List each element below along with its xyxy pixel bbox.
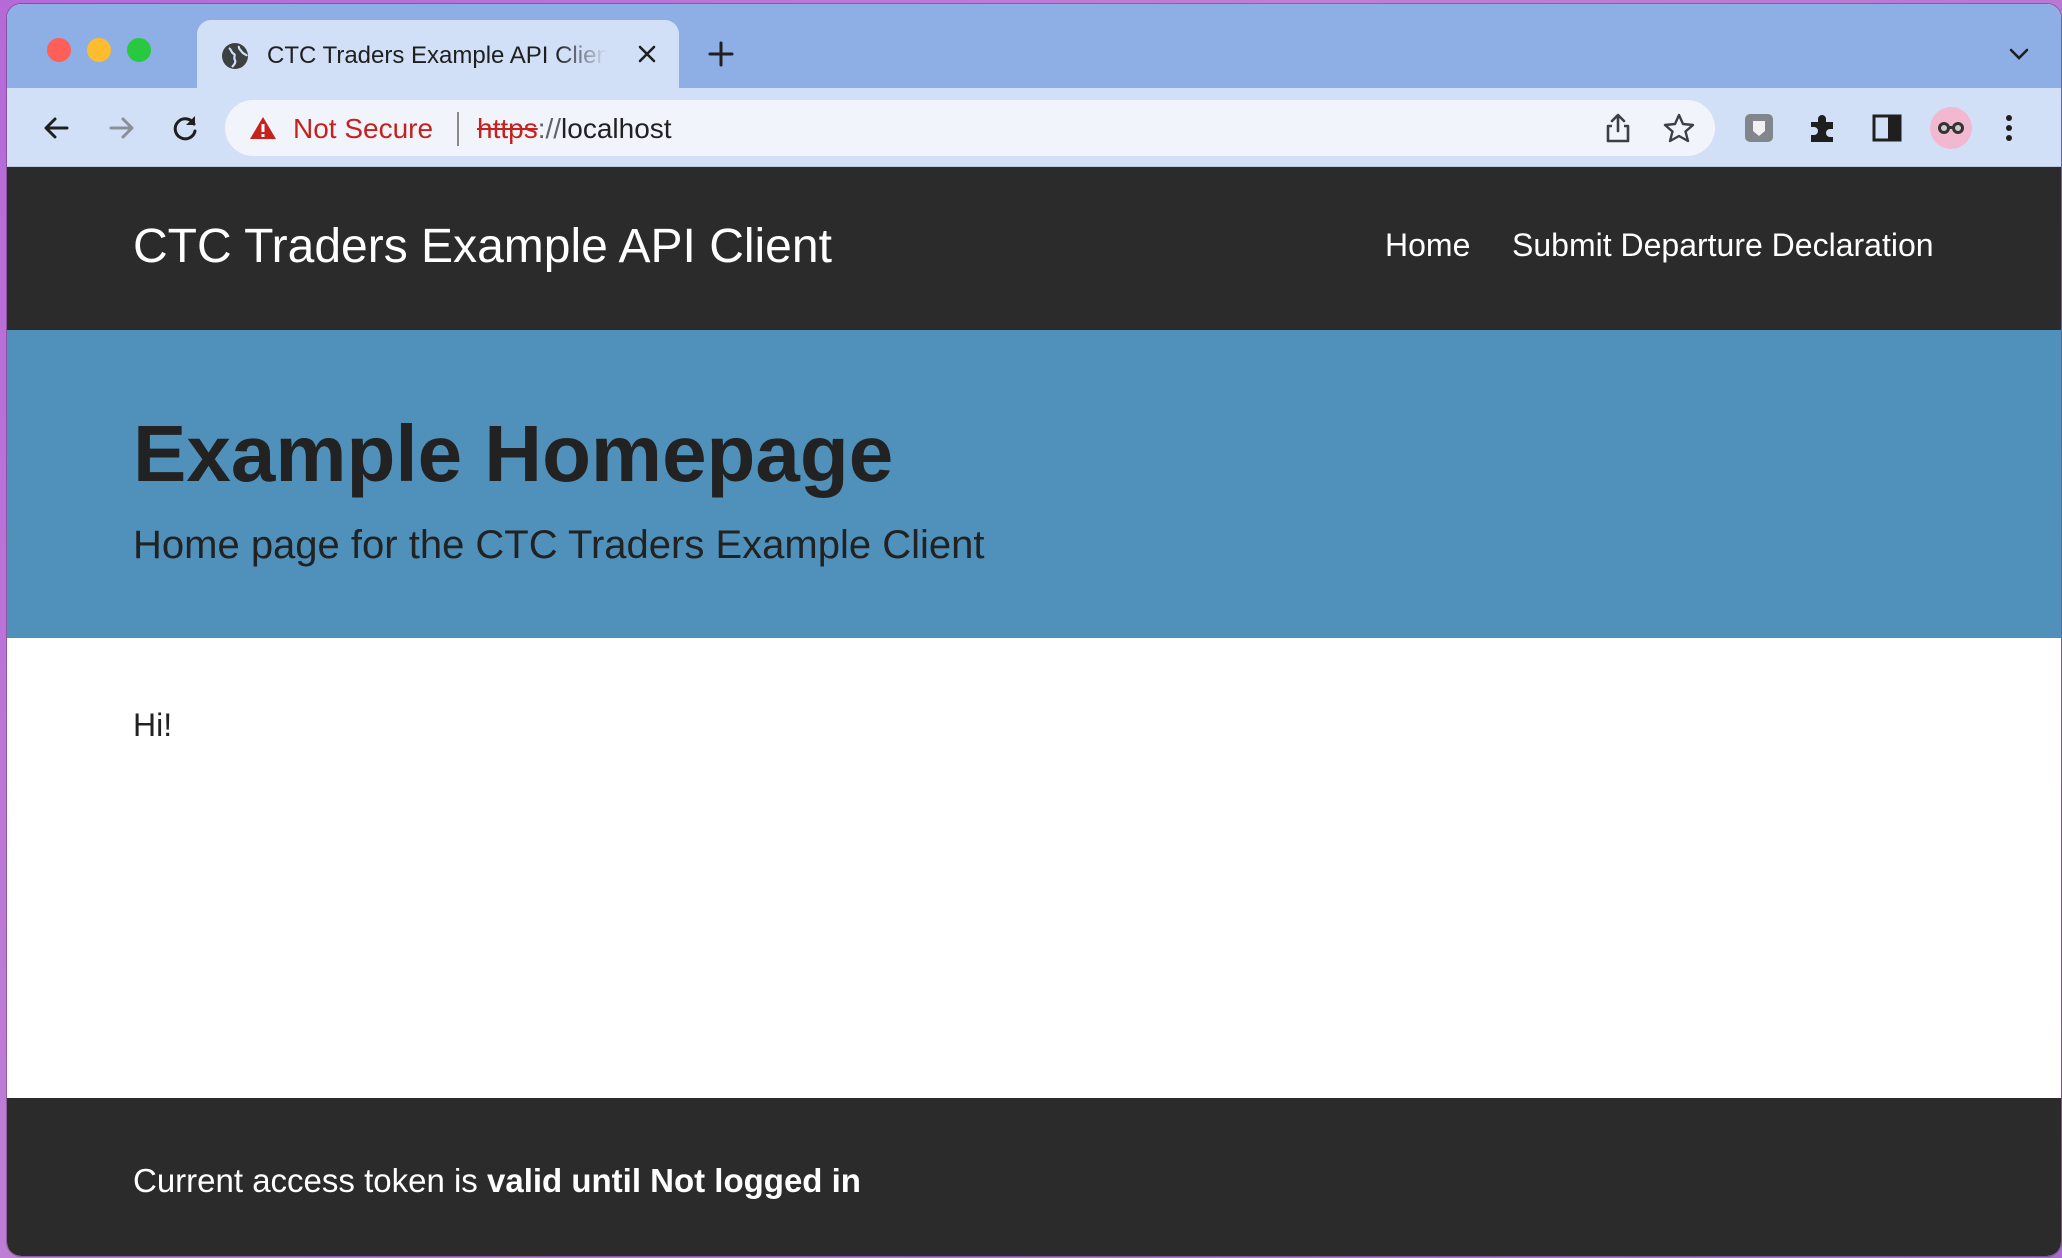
profile-avatar-icon[interactable] [1929, 106, 1973, 150]
omnibox-divider [457, 112, 459, 146]
site-brand[interactable]: CTC Traders Example API Client [133, 219, 832, 274]
token-status-value: valid until Not logged in [486, 1162, 861, 1199]
reload-icon[interactable] [167, 110, 203, 146]
address-bar[interactable]: Not Secure https://localhost [225, 100, 1715, 156]
token-status-prefix: Current access token is [133, 1162, 478, 1199]
minimize-window-button[interactable] [87, 38, 111, 62]
hero-banner: Example Homepage Home page for the CTC T… [7, 330, 2061, 638]
active-tab[interactable]: CTC Traders Example API Client [197, 20, 679, 88]
new-tab-icon[interactable] [707, 40, 735, 68]
greeting-text: Hi! [133, 707, 173, 743]
web-page: CTC Traders Example API Client Home Subm… [7, 167, 2061, 1256]
browser-menu-icon[interactable] [1999, 108, 2019, 148]
maximize-window-button[interactable] [127, 38, 151, 62]
forward-arrow-icon[interactable] [103, 110, 139, 146]
page-title: Example Homepage [133, 409, 894, 498]
nav-link-home[interactable]: Home [1385, 227, 1470, 264]
security-status[interactable]: Not Secure [293, 113, 433, 145]
bookmark-star-icon[interactable] [1663, 113, 1695, 143]
tab-title: CTC Traders Example API Client [267, 42, 607, 69]
extension-square-icon[interactable] [1739, 108, 1779, 148]
url-separator: :// [537, 113, 562, 144]
nav-link-submit-departure-declaration[interactable]: Submit Departure Declaration [1512, 227, 1934, 264]
back-arrow-icon[interactable] [39, 110, 75, 146]
browser-toolbar: Not Secure https://localhost [7, 88, 2061, 167]
browser-window: CTC Traders Example API Client Not Secur… [7, 4, 2061, 1256]
close-tab-icon[interactable] [635, 42, 659, 66]
globe-icon [222, 43, 248, 69]
tab-search-chevron-icon[interactable] [2007, 44, 2031, 64]
tab-strip: CTC Traders Example API Client [7, 4, 2061, 88]
url-host: localhost [561, 113, 672, 144]
page-subtitle: Home page for the CTC Traders Example Cl… [133, 523, 985, 567]
site-footer: Current access token is valid until Not … [7, 1098, 2061, 1256]
site-header: CTC Traders Example API Client Home Subm… [7, 167, 2061, 330]
extensions-puzzle-icon[interactable] [1803, 108, 1843, 148]
url-scheme: https [477, 113, 538, 144]
url-text[interactable]: https://localhost [477, 113, 672, 145]
token-status: Current access token is valid until Not … [133, 1162, 861, 1200]
close-window-button[interactable] [47, 38, 71, 62]
share-icon[interactable] [1603, 112, 1633, 144]
warning-icon[interactable] [249, 115, 277, 141]
side-panel-icon[interactable] [1867, 108, 1907, 148]
